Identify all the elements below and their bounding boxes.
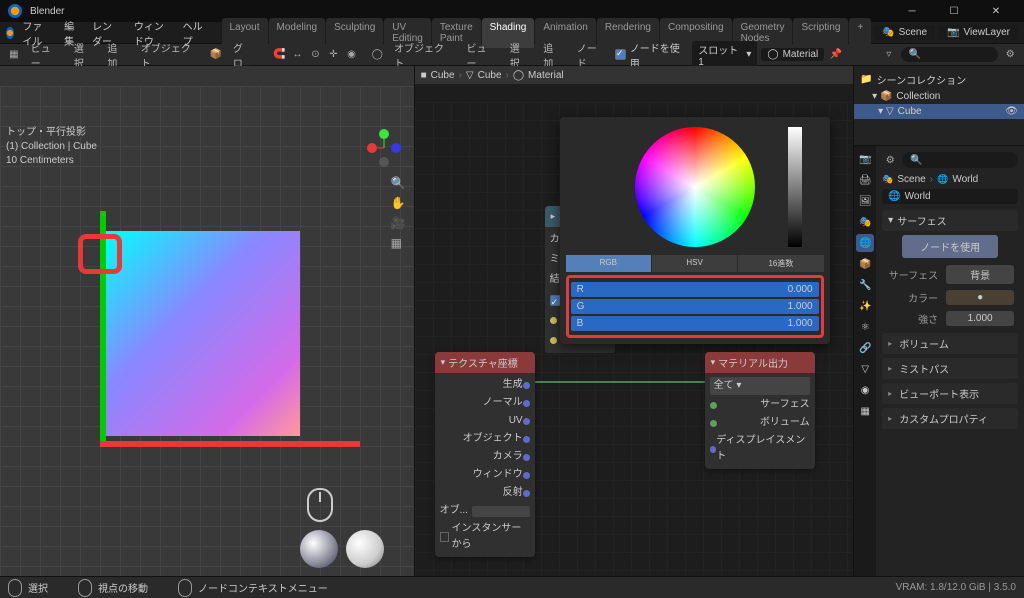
persp-icon[interactable]: ▦ bbox=[391, 236, 406, 250]
hdri-ball-icon[interactable] bbox=[300, 530, 338, 568]
slot-select[interactable]: スロット1 ▾ bbox=[692, 41, 757, 69]
properties-tabs: 📷 🖨 🖼 🎭 🌐 📦 🔧 ✨ ⚛ 🔗 ▽ ◉ ▦ bbox=[854, 146, 876, 576]
color-field[interactable]: ● bbox=[946, 290, 1014, 305]
ne-editor-icon[interactable]: ◯ bbox=[369, 47, 385, 63]
shading-preview[interactable] bbox=[300, 530, 384, 568]
cube-object[interactable] bbox=[105, 231, 300, 436]
viewport-display-panel[interactable]: ▸ビューポート表示 bbox=[882, 383, 1018, 404]
blender-icon[interactable] bbox=[6, 27, 14, 39]
use-nodes-check[interactable] bbox=[615, 49, 626, 60]
maximize-button[interactable]: ☐ bbox=[934, 0, 974, 22]
ptab-output[interactable]: 🖨 bbox=[856, 171, 874, 189]
sb-move: 視点の移動 bbox=[98, 580, 148, 595]
outliner-filter-icon[interactable]: ▿ bbox=[881, 47, 897, 63]
outliner[interactable]: 📁 シーンコレクション ▾ 📦 Collection ▾ ▽ Cube 👁 bbox=[854, 66, 1024, 146]
mouse-left-icon bbox=[8, 579, 22, 597]
texture-coord-node[interactable]: ▾ テクスチャ座標 生成 ノーマル UV オブジェクト カメラ ウィンドウ 反射… bbox=[435, 352, 535, 557]
ptab-render[interactable]: 📷 bbox=[856, 150, 874, 168]
ptab-scene[interactable]: 🎭 bbox=[856, 213, 874, 231]
hand-icon[interactable]: ✋ bbox=[391, 196, 406, 210]
rgb-values-highlight: R0.000 G1.000 B1.000 bbox=[566, 275, 824, 338]
volume-panel[interactable]: ▸ボリューム bbox=[882, 333, 1018, 354]
surface-panel[interactable]: ▾ サーフェス bbox=[882, 210, 1018, 231]
ws-script[interactable]: Scripting bbox=[793, 18, 848, 48]
pin-icon[interactable]: 📌 bbox=[828, 47, 844, 63]
annotation-box bbox=[78, 234, 122, 274]
props-editor-icon[interactable]: ⚙ bbox=[882, 152, 898, 168]
right-panel: 📁 シーンコレクション ▾ 📦 Collection ▾ ▽ Cube 👁 📷 … bbox=[854, 66, 1024, 576]
sb-select: 選択 bbox=[28, 580, 48, 595]
editor-type-icon[interactable]: ▦ bbox=[6, 47, 22, 63]
g-slider[interactable]: G1.000 bbox=[571, 299, 819, 314]
surface-field[interactable]: 背景 bbox=[946, 265, 1014, 284]
use-nodes-label: ノードを使用 bbox=[630, 40, 688, 70]
statusbar: 選択 視点の移動 ノードコンテキストメニュー VRAM: 1.8/12.0 Gi… bbox=[0, 576, 1024, 598]
material-select[interactable]: ◯ Material bbox=[761, 48, 824, 61]
ptab-viewlayer[interactable]: 🖼 bbox=[856, 192, 874, 210]
rgb-tab[interactable]: RGB bbox=[566, 255, 651, 272]
ptab-material[interactable]: ◉ bbox=[856, 381, 874, 399]
close-button[interactable]: ✕ bbox=[976, 0, 1016, 22]
mist-panel[interactable]: ▸ミストパス bbox=[882, 358, 1018, 379]
use-nodes-button[interactable]: ノードを使用 bbox=[902, 235, 998, 258]
ptab-modifier[interactable]: 🔧 bbox=[856, 276, 874, 294]
matout-header[interactable]: ▾ マテリアル出力 bbox=[705, 352, 815, 373]
mouse-right-icon bbox=[178, 579, 192, 597]
cube-item[interactable]: ▾ ▽ Cube 👁 bbox=[854, 104, 1024, 119]
mouse-middle-icon bbox=[78, 579, 92, 597]
ptab-constraint[interactable]: 🔗 bbox=[856, 339, 874, 357]
ptab-data[interactable]: ▽ bbox=[856, 360, 874, 378]
overlay-icon[interactable]: ◉ bbox=[343, 47, 359, 63]
value-slider[interactable] bbox=[788, 127, 802, 247]
props-search[interactable]: 🔍 bbox=[902, 152, 1018, 168]
props-breadcrumb: 🎭 Scene › 🌐 World bbox=[882, 174, 1018, 185]
ne-breadcrumb: ■Cube › ▽Cube › ◯Material bbox=[415, 66, 854, 84]
hex-tab[interactable]: 16進数 bbox=[738, 255, 823, 272]
outliner-search[interactable]: 🔍 bbox=[901, 47, 999, 62]
properties-editor: 📷 🖨 🖼 🎭 🌐 📦 🔧 ✨ ⚛ 🔗 ▽ ◉ ▦ ⚙ 🔍 bbox=[854, 146, 1024, 576]
color-wheel[interactable] bbox=[635, 127, 755, 247]
sb-context: ノードコンテキストメニュー bbox=[198, 580, 328, 595]
vram-status: VRAM: 1.8/12.0 GiB | 3.5.0 bbox=[896, 582, 1016, 593]
mode-icon[interactable]: 📦 bbox=[208, 47, 224, 63]
pivot-icon[interactable]: ⊙ bbox=[307, 47, 323, 63]
viewport-tools: 🔍 ✋ 🎥 ▦ bbox=[391, 176, 406, 250]
mouse-hint-icon bbox=[307, 488, 333, 522]
collection[interactable]: ▾ 📦 Collection bbox=[860, 89, 1018, 104]
color-picker-popup[interactable]: RGB HSV 16進数 R0.000 G1.000 B1.000 bbox=[560, 117, 830, 344]
ptab-texture[interactable]: ▦ bbox=[856, 402, 874, 420]
viewlayer-field[interactable]: 📷 ViewLayer bbox=[939, 25, 1018, 40]
ptab-world[interactable]: 🌐 bbox=[856, 234, 874, 252]
scene-field[interactable]: 🎭 Scene bbox=[874, 25, 935, 40]
texcoord-header[interactable]: ▾ テクスチャ座標 bbox=[435, 352, 535, 373]
viewport-3d[interactable]: オプション ▾ トップ・平行投影 (1) Collection | Cube 1… bbox=[0, 66, 415, 576]
scene-collection[interactable]: 📁 シーンコレクション bbox=[860, 70, 1018, 89]
snap-icon[interactable]: 🧲 bbox=[271, 47, 287, 63]
r-slider[interactable]: R0.000 bbox=[571, 282, 819, 297]
annotation-horizontal bbox=[100, 441, 360, 447]
world-datablock[interactable]: 🌐 World bbox=[882, 189, 1018, 204]
strength-field[interactable]: 1.000 bbox=[946, 311, 1014, 326]
axis-gizmo[interactable] bbox=[362, 126, 406, 170]
ptab-object[interactable]: 📦 bbox=[856, 255, 874, 273]
ptab-particle[interactable]: ✨ bbox=[856, 297, 874, 315]
filter-icon[interactable]: ⚙ bbox=[1002, 47, 1018, 63]
b-slider[interactable]: B1.000 bbox=[571, 316, 819, 331]
material-output-node[interactable]: ▾ マテリアル出力 全て ▾ サーフェス ボリューム ディスプレイスメント bbox=[705, 352, 815, 469]
camera-icon[interactable]: 🎥 bbox=[391, 216, 406, 230]
minimize-button[interactable]: ─ bbox=[892, 0, 932, 22]
grey-ball-icon[interactable] bbox=[346, 530, 384, 568]
ws-sculpting[interactable]: Sculpting bbox=[326, 18, 383, 48]
gizmo-icon[interactable]: ✛ bbox=[325, 47, 341, 63]
custom-props-panel[interactable]: ▸カスタムプロパティ bbox=[882, 408, 1018, 429]
transform-icon[interactable]: ↔ bbox=[289, 47, 305, 63]
hsv-tab[interactable]: HSV bbox=[652, 255, 737, 272]
viewport-info: トップ・平行投影 (1) Collection | Cube 10 Centim… bbox=[6, 126, 97, 168]
ptab-physics[interactable]: ⚛ bbox=[856, 318, 874, 336]
ws-modeling[interactable]: Modeling bbox=[269, 18, 326, 48]
ws-add[interactable]: + bbox=[849, 18, 871, 48]
shader-node-editor[interactable]: ■Cube › ▽Cube › ◯Material ▸ ミックス カラー ミック… bbox=[415, 66, 855, 576]
zoom-icon[interactable]: 🔍 bbox=[391, 176, 406, 190]
